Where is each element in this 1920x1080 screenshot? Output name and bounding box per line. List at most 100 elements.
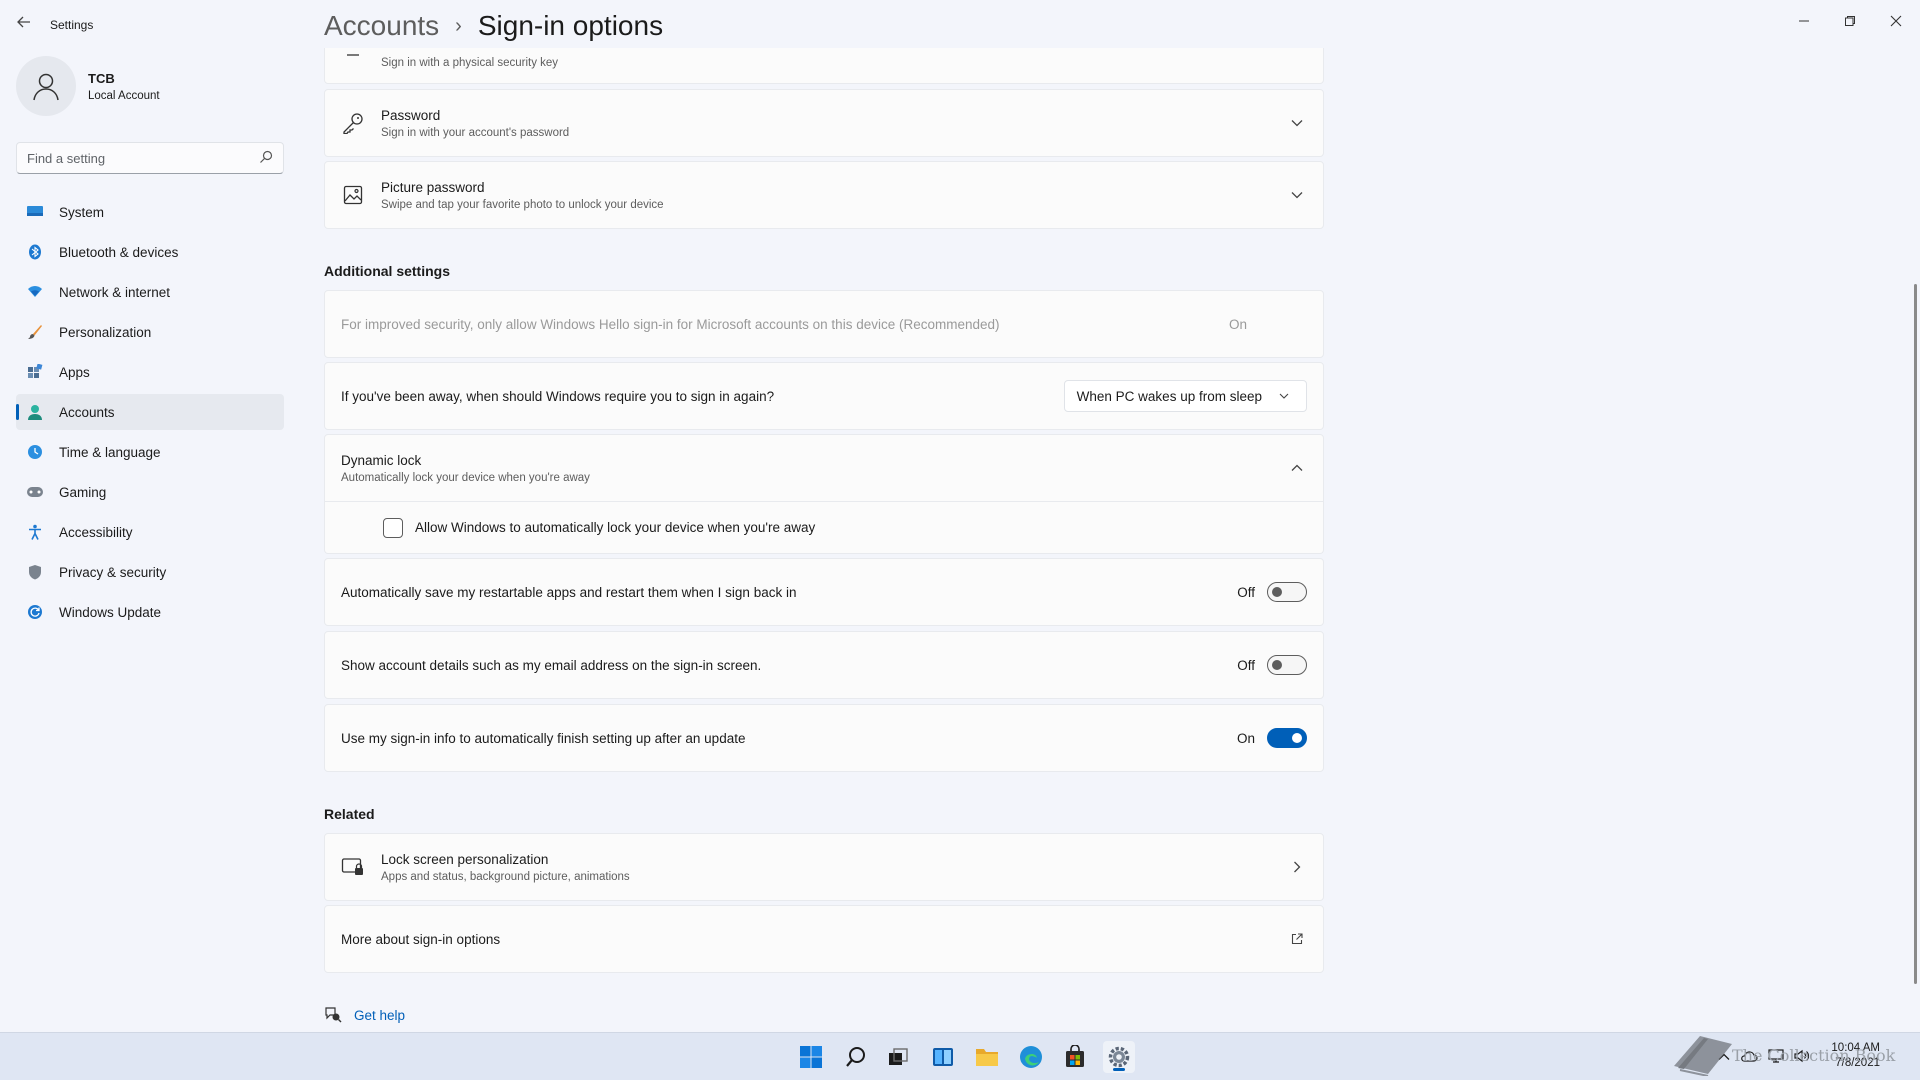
folder-icon: [976, 1049, 998, 1066]
more-about-card[interactable]: More about sign-in options: [324, 905, 1324, 973]
picture-icon: [341, 183, 365, 207]
help-icon: [324, 1005, 342, 1026]
sidebar-item-label: Privacy & security: [59, 564, 167, 580]
related-heading: Related: [324, 806, 375, 822]
get-help-link[interactable]: Get help: [354, 1008, 405, 1023]
dynamic-lock-checkbox[interactable]: [383, 517, 403, 538]
sidebar-item-label: Apps: [59, 364, 90, 380]
close-icon: [1890, 15, 1902, 27]
dynamic-lock-title: Dynamic lock: [341, 452, 422, 468]
hello-only-card: For improved security, only allow Window…: [324, 290, 1324, 358]
finish-setup-state: On: [1236, 730, 1255, 746]
task-view-button[interactable]: [882, 1041, 914, 1073]
store-bag-icon: [1066, 1045, 1084, 1067]
hello-only-state: On: [1228, 316, 1247, 332]
chevron-down-icon[interactable]: [1287, 113, 1307, 133]
sidebar-item-label: Accounts: [59, 404, 115, 420]
lock-screen-icon: [341, 855, 365, 879]
avatar: [16, 56, 76, 116]
sidebar-item-windows-update[interactable]: Windows Update: [16, 594, 284, 630]
sidebar-item-bluetooth[interactable]: Bluetooth & devices: [16, 234, 284, 270]
sidebar-item-label: Bluetooth & devices: [59, 244, 179, 260]
file-explorer-button[interactable]: [971, 1041, 1003, 1073]
external-link-icon[interactable]: [1287, 929, 1307, 949]
lock-screen-subtitle: Apps and status, background picture, ani…: [381, 870, 630, 883]
widgets-button[interactable]: [927, 1041, 959, 1073]
brush-icon: [26, 323, 44, 341]
chevron-right-icon[interactable]: [1287, 857, 1307, 877]
search-box[interactable]: [16, 142, 284, 174]
more-about-label: More about sign-in options: [341, 931, 501, 947]
security-key-card[interactable]: Sign in with a physical security key: [324, 48, 1324, 84]
breadcrumb-parent[interactable]: Accounts: [324, 10, 439, 42]
shield-icon: [26, 563, 44, 581]
restore-button[interactable]: [1830, 6, 1870, 36]
dropdown-selected-value: When PC wakes up from sleep: [1076, 388, 1262, 404]
account-details-state: Off: [1237, 657, 1255, 673]
lock-screen-title: Lock screen personalization: [381, 851, 549, 867]
get-help[interactable]: Get help: [324, 1005, 405, 1026]
profile-account-type: Local Account: [88, 89, 160, 102]
taskbar: 10:04 AM 7/8/2021: [0, 1032, 1920, 1080]
picture-password-title: Picture password: [381, 179, 485, 195]
sidebar-item-gaming[interactable]: Gaming: [16, 474, 284, 510]
settings-window: Settings TCB Local Account System: [0, 0, 1920, 1032]
store-button[interactable]: [1059, 1041, 1091, 1073]
require-signin-label: If you've been away, when should Windows…: [341, 388, 775, 404]
additional-settings-heading: Additional settings: [324, 263, 450, 279]
task-view-icon: [889, 1048, 908, 1065]
minimize-button[interactable]: [1784, 6, 1824, 36]
scrollbar[interactable]: [1914, 284, 1917, 984]
require-signin-card: If you've been away, when should Windows…: [324, 362, 1324, 430]
search-input[interactable]: [27, 150, 259, 166]
sidebar-item-accounts[interactable]: Accounts: [16, 394, 284, 430]
back-arrow-icon: [17, 15, 31, 34]
close-button[interactable]: [1876, 6, 1916, 36]
sidebar-item-privacy[interactable]: Privacy & security: [16, 554, 284, 590]
account-details-card: Show account details such as my email ad…: [324, 631, 1324, 699]
search-icon: [846, 1047, 865, 1067]
search-icon[interactable]: [259, 150, 273, 167]
chevron-up-icon[interactable]: [1287, 458, 1307, 478]
sidebar-item-label: Accessibility: [59, 524, 133, 540]
require-signin-dropdown[interactable]: When PC wakes up from sleep: [1063, 380, 1307, 412]
user-profile[interactable]: TCB Local Account: [16, 56, 160, 116]
sidebar-item-system[interactable]: System: [16, 194, 284, 230]
account-details-toggle[interactable]: [1267, 655, 1307, 675]
bluetooth-icon: [26, 243, 44, 261]
windows-logo-icon: [800, 1046, 822, 1068]
edge-button[interactable]: [1015, 1041, 1047, 1073]
password-card[interactable]: Password Sign in with your account's pas…: [324, 89, 1324, 157]
back-button[interactable]: [12, 12, 36, 36]
breadcrumb-separator: ›: [455, 14, 462, 37]
picture-password-card[interactable]: Picture password Swipe and tap your favo…: [324, 161, 1324, 229]
restart-apps-toggle[interactable]: [1267, 582, 1307, 602]
sidebar-item-label: Network & internet: [59, 284, 171, 300]
restart-apps-label: Automatically save my restartable apps a…: [341, 584, 797, 600]
sidebar-item-apps[interactable]: Apps: [16, 354, 284, 390]
gamepad-icon: [26, 483, 44, 501]
lock-screen-card[interactable]: Lock screen personalization Apps and sta…: [324, 833, 1324, 901]
profile-name: TCB: [88, 70, 115, 86]
sidebar-item-label: Personalization: [59, 324, 152, 340]
sidebar-item-label: Gaming: [59, 484, 107, 500]
sidebar-item-personalization[interactable]: Personalization: [16, 314, 284, 350]
chevron-down-icon[interactable]: [1287, 185, 1307, 205]
finish-setup-toggle[interactable]: [1267, 728, 1307, 748]
settings-taskbar-button[interactable]: [1103, 1041, 1135, 1073]
sidebar-nav: System Bluetooth & devices Network & int…: [16, 194, 284, 634]
person-icon: [33, 73, 59, 101]
taskbar-search-button[interactable]: [840, 1041, 872, 1073]
sidebar-item-accessibility[interactable]: Accessibility: [16, 514, 284, 550]
finish-setup-label: Use my sign-in info to automatically fin…: [341, 730, 746, 746]
restart-apps-card: Automatically save my restartable apps a…: [324, 558, 1324, 626]
start-button[interactable]: [795, 1041, 827, 1073]
hello-only-label: For improved security, only allow Window…: [341, 316, 1000, 332]
sidebar-item-time-language[interactable]: Time & language: [16, 434, 284, 470]
page-title: Sign-in options: [477, 10, 664, 41]
sidebar-item-label: Time & language: [59, 444, 161, 460]
dynamic-lock-card[interactable]: Dynamic lock Automatically lock your dev…: [324, 434, 1324, 502]
sidebar-item-network[interactable]: Network & internet: [16, 274, 284, 310]
restore-icon: [1845, 16, 1855, 26]
dynamic-lock-checkbox-label[interactable]: Allow Windows to automatically lock your…: [415, 520, 1307, 535]
